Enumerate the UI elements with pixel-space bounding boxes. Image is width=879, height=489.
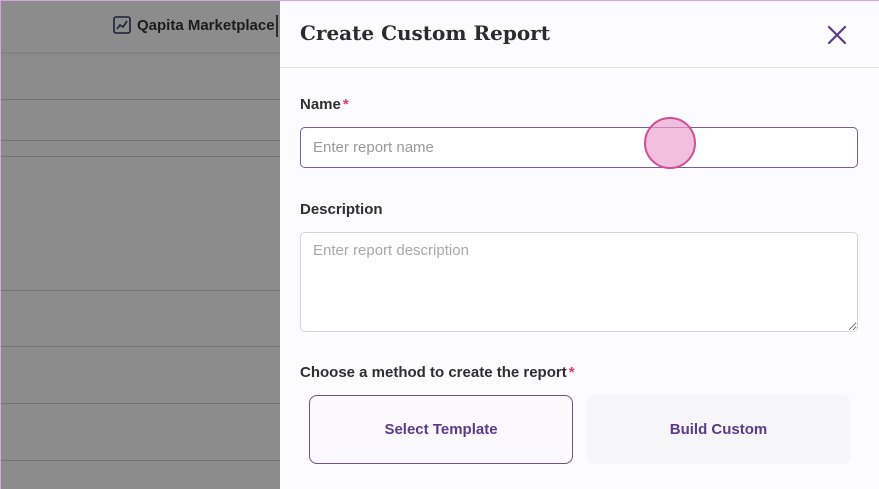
build-custom-button[interactable]: Build Custom (587, 395, 850, 464)
required-mark: * (342, 96, 349, 113)
name-label: Name * (300, 96, 349, 113)
create-report-drawer: Create Custom Report Name* Description C… (280, 1, 879, 489)
report-name-input[interactable] (300, 127, 858, 168)
drawer-title: Create Custom Report (300, 21, 550, 45)
select-template-button[interactable]: Select Template (309, 395, 573, 464)
report-description-input[interactable] (300, 232, 858, 332)
close-icon (827, 25, 847, 45)
required-mark: * (568, 364, 575, 381)
method-label-text: Choose a method to create the report (300, 364, 567, 381)
description-label: Description (300, 201, 383, 218)
drawer-header: Create Custom Report (280, 1, 879, 68)
method-label: Choose a method to create the report * (300, 364, 575, 381)
name-label-text: Name (300, 96, 341, 113)
close-button[interactable] (825, 23, 849, 47)
